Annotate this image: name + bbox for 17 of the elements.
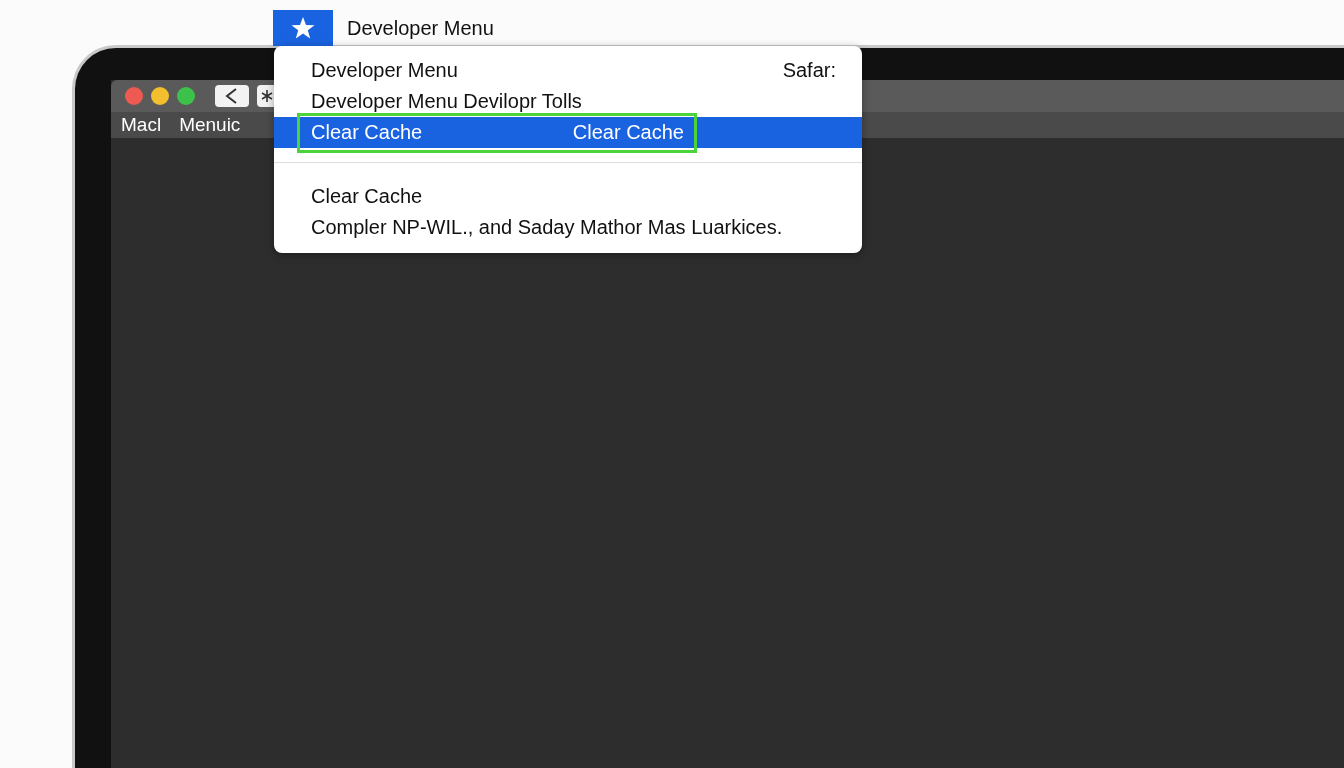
menu-item-label: Developer Menu xyxy=(311,59,458,82)
maximize-icon[interactable] xyxy=(177,87,195,105)
menu-item-shortcut: Safar: xyxy=(782,59,836,82)
menu-item-label: Clear Cache xyxy=(311,121,423,144)
menu-bar-item[interactable]: Menuic xyxy=(179,114,241,136)
menu-item-label: Compler NP-WIL., and Saday Mathor Mas Luarkices. xyxy=(311,216,783,239)
menu-item-shortcut: Clear Cache xyxy=(572,121,684,144)
minimize-icon[interactable] xyxy=(151,87,169,105)
menu-bar-item[interactable]: Macl xyxy=(121,114,162,136)
menu-item[interactable]: Developer Menu Devilopr Tolls xyxy=(274,86,862,117)
menu-item[interactable]: Clear Cache xyxy=(274,181,862,212)
menu-title[interactable]: Developer Menu xyxy=(347,16,494,40)
menu-item-label: Clear Cache xyxy=(311,185,423,208)
back-icon[interactable] xyxy=(215,85,249,107)
menu-item[interactable]: Developer Menu Safar: xyxy=(274,55,862,86)
menu-item-label: Developer Menu Devilopr Tolls xyxy=(311,90,582,113)
menu-item[interactable]: Compler NP-WIL., and Saday Mathor Mas Luarkices. xyxy=(274,212,862,243)
